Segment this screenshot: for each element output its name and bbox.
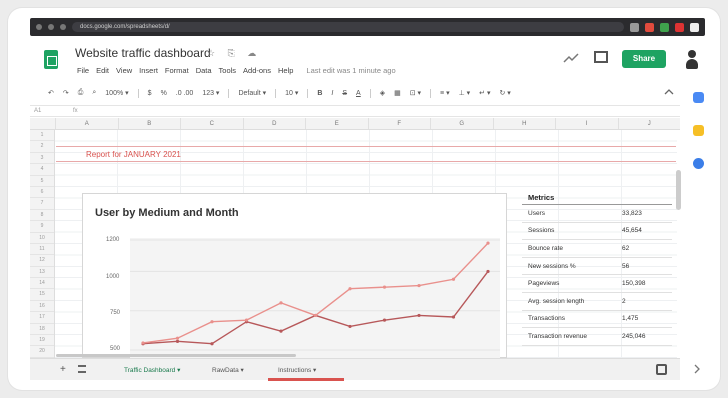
table-row[interactable]: Pageviews 150,398 (522, 275, 672, 293)
data-point (451, 277, 456, 281)
data-point (451, 315, 456, 319)
data-point (382, 285, 387, 289)
table-row[interactable]: Transactions 1,475 (522, 311, 672, 329)
metric-value: 62 (622, 244, 630, 252)
table-row[interactable]: Sessions 45,654 (522, 223, 672, 241)
table-row[interactable]: Users 33,823 (522, 205, 672, 223)
metrics-header[interactable]: Metrics (522, 190, 672, 205)
expand-side-panel-icon[interactable] (694, 364, 700, 374)
tab-traffic-dashboard[interactable]: Traffic Dashboard ▾ (124, 366, 180, 374)
data-point (486, 241, 490, 245)
metric-value: 245,046 (622, 332, 646, 340)
keep-icon[interactable] (693, 125, 704, 136)
metric-label: Users (528, 209, 545, 217)
metric-value: 1,475 (622, 315, 639, 323)
data-point (313, 313, 318, 318)
tasks-icon[interactable] (693, 158, 704, 169)
data-point (417, 313, 421, 318)
tab-rawdata[interactable]: RawData ▾ (212, 366, 244, 374)
metric-value: 2 (622, 297, 626, 305)
metric-value: 56 (622, 262, 630, 270)
metric-value: 45,654 (622, 227, 642, 235)
add-sheet-button[interactable]: + (60, 364, 66, 375)
data-point (141, 341, 145, 345)
tab-underline (268, 378, 344, 381)
metric-label: New sessions % (528, 262, 576, 270)
horizontal-scrollbar[interactable] (56, 354, 296, 357)
data-point (279, 301, 283, 305)
data-point (348, 324, 352, 329)
metrics-table: Metrics Users 33,823 Sessions 45,654 Bounc… (522, 190, 672, 346)
data-point (382, 318, 387, 322)
metric-label: Bounce rate (528, 244, 564, 252)
table-row[interactable]: Avg. session length 2 (522, 293, 672, 311)
data-point (244, 318, 249, 322)
data-point (486, 269, 490, 274)
table-row[interactable]: New sessions % 56 (522, 258, 672, 276)
metric-label: Transaction revenue (528, 332, 588, 340)
calendar-icon[interactable] (693, 92, 704, 103)
metric-label: Avg. session length (528, 297, 585, 305)
explore-icon[interactable] (656, 364, 667, 375)
data-point (175, 336, 180, 340)
data-point (210, 342, 214, 346)
data-point (175, 339, 180, 343)
vertical-scrollbar[interactable] (676, 170, 681, 210)
metric-label: Pageviews (528, 280, 560, 288)
metric-label: Sessions (528, 227, 555, 235)
metric-label: Transactions (528, 315, 565, 323)
tab-instructions[interactable]: Instructions ▾ (278, 366, 316, 374)
series-line-2 (142, 242, 489, 344)
table-row[interactable]: Bounce rate 62 (522, 240, 672, 258)
data-point (210, 320, 214, 324)
metric-value: 150,398 (622, 280, 646, 288)
all-sheets-icon[interactable] (78, 365, 86, 373)
data-point (417, 283, 421, 288)
data-point (348, 287, 352, 291)
table-row[interactable]: Transaction revenue 245,046 (522, 328, 672, 346)
data-point (279, 329, 283, 333)
metric-value: 33,823 (622, 209, 642, 217)
